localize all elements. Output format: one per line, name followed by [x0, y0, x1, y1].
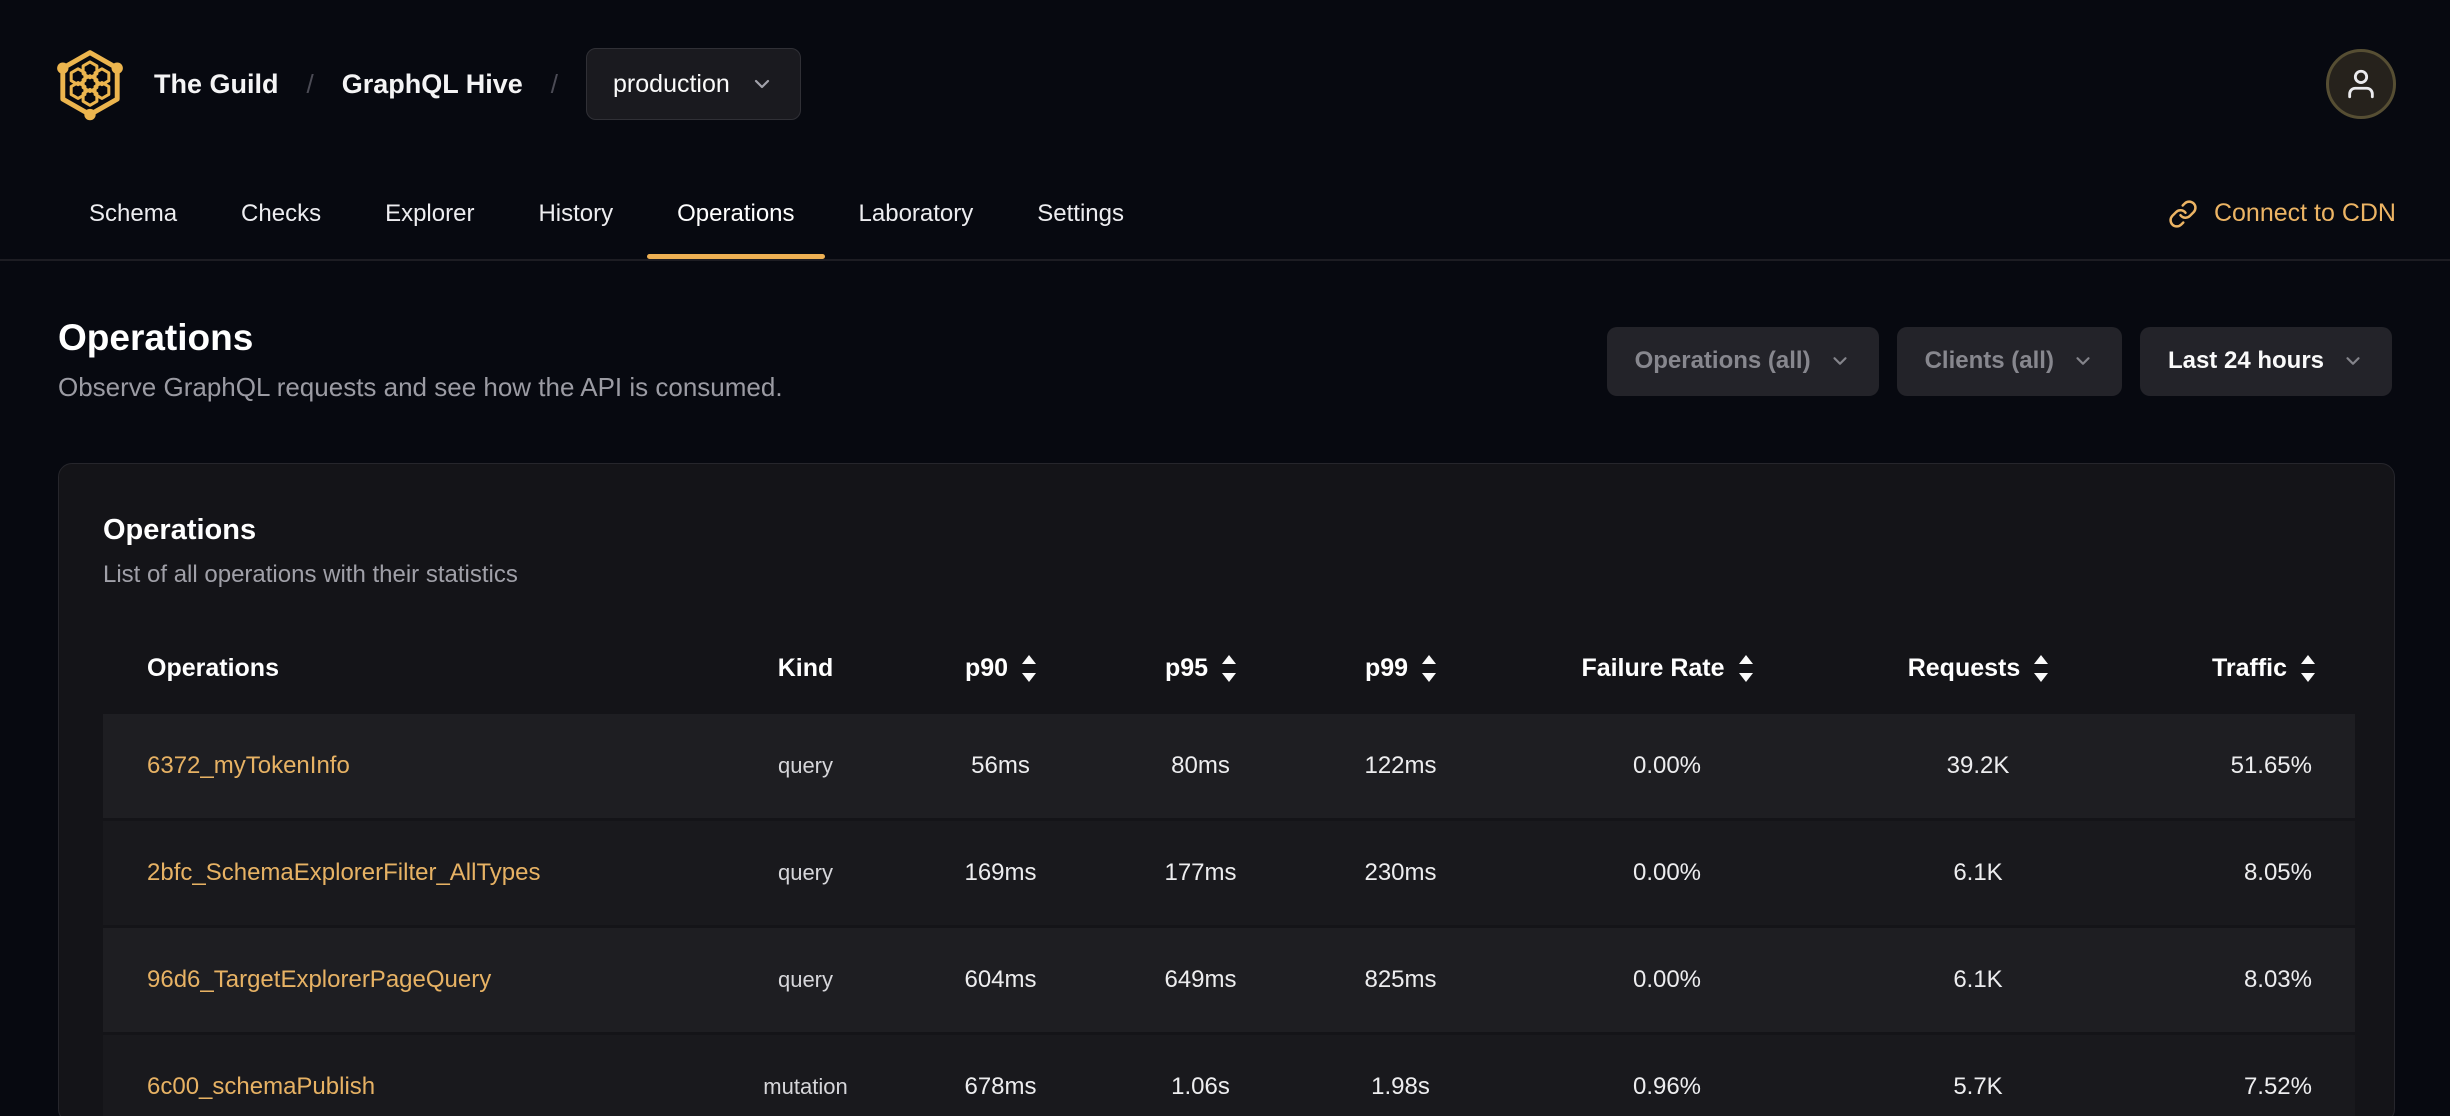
sort-control-p90[interactable]: p90: [965, 654, 1037, 683]
card-subtitle: List of all operations with their statis…: [103, 561, 518, 588]
requests-cell: 6.1K: [1841, 821, 2115, 925]
project-nav: Schema Checks Explorer History Operation…: [0, 168, 2450, 261]
chevron-down-icon: [2346, 357, 2360, 365]
breadcrumb-separator: /: [306, 68, 314, 99]
active-tab-underline: [647, 254, 825, 259]
traffic-cell: 7.52%: [2115, 1035, 2355, 1116]
p90-cell: 678ms: [908, 1035, 1093, 1116]
page-heading: Operations Observe GraphQL requests and …: [58, 319, 783, 403]
table-header-row: Operations Kind p90 p95 p99 Failure Rate…: [103, 626, 2355, 711]
p90-cell: 169ms: [908, 821, 1093, 925]
p99-cell: 122ms: [1308, 714, 1493, 818]
p95-cell: 1.06s: [1093, 1035, 1308, 1116]
tab-history[interactable]: History: [508, 168, 643, 259]
failure-rate-cell: 0.00%: [1493, 714, 1841, 818]
column-header-failure-rate: Failure Rate: [1493, 626, 1841, 711]
operations-table: Operations Kind p90 p95 p99 Failure Rate…: [103, 623, 2355, 1116]
column-header-kind: Kind: [777, 654, 834, 682]
table-row: 2bfc_SchemaExplorerFilter_AllTypes query…: [103, 821, 2355, 925]
user-avatar-button[interactable]: [2326, 49, 2396, 119]
tab-laboratory[interactable]: Laboratory: [829, 168, 1004, 259]
kind-cell: query: [703, 928, 908, 1032]
card-title: Operations: [103, 514, 257, 546]
column-header-p90: p90: [908, 626, 1093, 711]
table-row: 6c00_schemaPublish mutation 678ms 1.06s …: [103, 1035, 2355, 1116]
target-dropdown[interactable]: production: [586, 48, 801, 120]
failure-rate-cell: 0.00%: [1493, 928, 1841, 1032]
p99-cell: 230ms: [1308, 821, 1493, 925]
p95-cell: 177ms: [1093, 821, 1308, 925]
operation-link[interactable]: 6c00_schemaPublish: [147, 1073, 375, 1100]
filters: Operations (all) Clients (all) Last 24 h…: [1606, 326, 2392, 396]
clients-filter-dropdown[interactable]: Clients (all): [1896, 326, 2122, 396]
sort-arrows-icon: [2034, 655, 2049, 682]
operation-link[interactable]: 6372_myTokenInfo: [147, 752, 350, 779]
table-row: 96d6_TargetExplorerPageQuery query 604ms…: [103, 928, 2355, 1032]
traffic-cell: 8.05%: [2115, 821, 2355, 925]
column-header-traffic: Traffic: [2115, 626, 2355, 711]
traffic-cell: 8.03%: [2115, 928, 2355, 1032]
operations-card: Operations List of all operations with t…: [58, 463, 2395, 1116]
tab-explorer[interactable]: Explorer: [355, 168, 504, 259]
column-header-p95: p95: [1093, 626, 1308, 711]
requests-cell: 5.7K: [1841, 1035, 2115, 1116]
operation-link[interactable]: 96d6_TargetExplorerPageQuery: [147, 966, 491, 993]
chevron-down-icon: [2076, 357, 2090, 365]
chevron-down-icon: [754, 79, 769, 89]
target-dropdown-value: production: [613, 69, 730, 98]
failure-rate-cell: 0.00%: [1493, 821, 1841, 925]
column-header-operations: Operations: [147, 654, 279, 682]
p90-cell: 56ms: [908, 714, 1093, 818]
period-filter-dropdown[interactable]: Last 24 hours: [2139, 326, 2392, 396]
requests-cell: 39.2K: [1841, 714, 2115, 818]
sort-control-p95[interactable]: p95: [1165, 654, 1237, 683]
column-header-p99: p99: [1308, 626, 1493, 711]
page-subtitle: Observe GraphQL requests and see how the…: [58, 372, 783, 402]
page-title: Operations: [58, 317, 254, 358]
tab-schema[interactable]: Schema: [59, 168, 207, 259]
table-row: 6372_myTokenInfo query 56ms 80ms 122ms 0…: [103, 714, 2355, 818]
sort-control-traffic[interactable]: Traffic: [2212, 654, 2315, 683]
p95-cell: 649ms: [1093, 928, 1308, 1032]
p99-cell: 1.98s: [1308, 1035, 1493, 1116]
sort-arrows-icon: [1022, 655, 1037, 682]
operations-filter-dropdown[interactable]: Operations (all): [1606, 326, 1879, 396]
tab-checks[interactable]: Checks: [211, 168, 351, 259]
breadcrumb-separator: /: [550, 68, 559, 99]
p90-cell: 604ms: [908, 928, 1093, 1032]
sort-control-requests[interactable]: Requests: [1908, 654, 2049, 683]
column-header-requests: Requests: [1841, 626, 2115, 711]
sort-control-failure-rate[interactable]: Failure Rate: [1581, 654, 1753, 683]
sort-arrows-icon: [1738, 655, 1753, 682]
breadcrumb-project[interactable]: GraphQL Hive: [342, 69, 523, 100]
requests-cell: 6.1K: [1841, 928, 2115, 1032]
traffic-cell: 51.65%: [2115, 714, 2355, 818]
kind-cell: mutation: [703, 1035, 908, 1116]
tab-settings[interactable]: Settings: [1007, 168, 1154, 259]
connect-to-cdn-link[interactable]: Connect to CDN: [2168, 199, 2396, 229]
user-icon: [2348, 69, 2374, 99]
sort-control-p99[interactable]: p99: [1365, 654, 1437, 683]
page-heading-row: Operations Observe GraphQL requests and …: [0, 319, 2450, 403]
kind-cell: query: [703, 714, 908, 818]
sort-arrows-icon: [1222, 655, 1237, 682]
top-bar: The Guild / GraphQL Hive / production: [0, 0, 2450, 168]
sort-arrows-icon: [2301, 655, 2315, 682]
p95-cell: 80ms: [1093, 714, 1308, 818]
sort-arrows-icon: [1422, 655, 1437, 682]
tab-operations[interactable]: Operations: [647, 168, 825, 259]
chevron-down-icon: [1832, 357, 1847, 365]
connect-to-cdn-label: Connect to CDN: [2213, 199, 2396, 227]
kind-cell: query: [703, 821, 908, 925]
breadcrumb-org[interactable]: The Guild: [154, 69, 279, 100]
p99-cell: 825ms: [1308, 928, 1493, 1032]
link-icon: [2169, 199, 2197, 228]
operation-link[interactable]: 2bfc_SchemaExplorerFilter_AllTypes: [147, 859, 541, 886]
failure-rate-cell: 0.96%: [1493, 1035, 1841, 1116]
hive-logo-icon[interactable]: [56, 47, 124, 121]
